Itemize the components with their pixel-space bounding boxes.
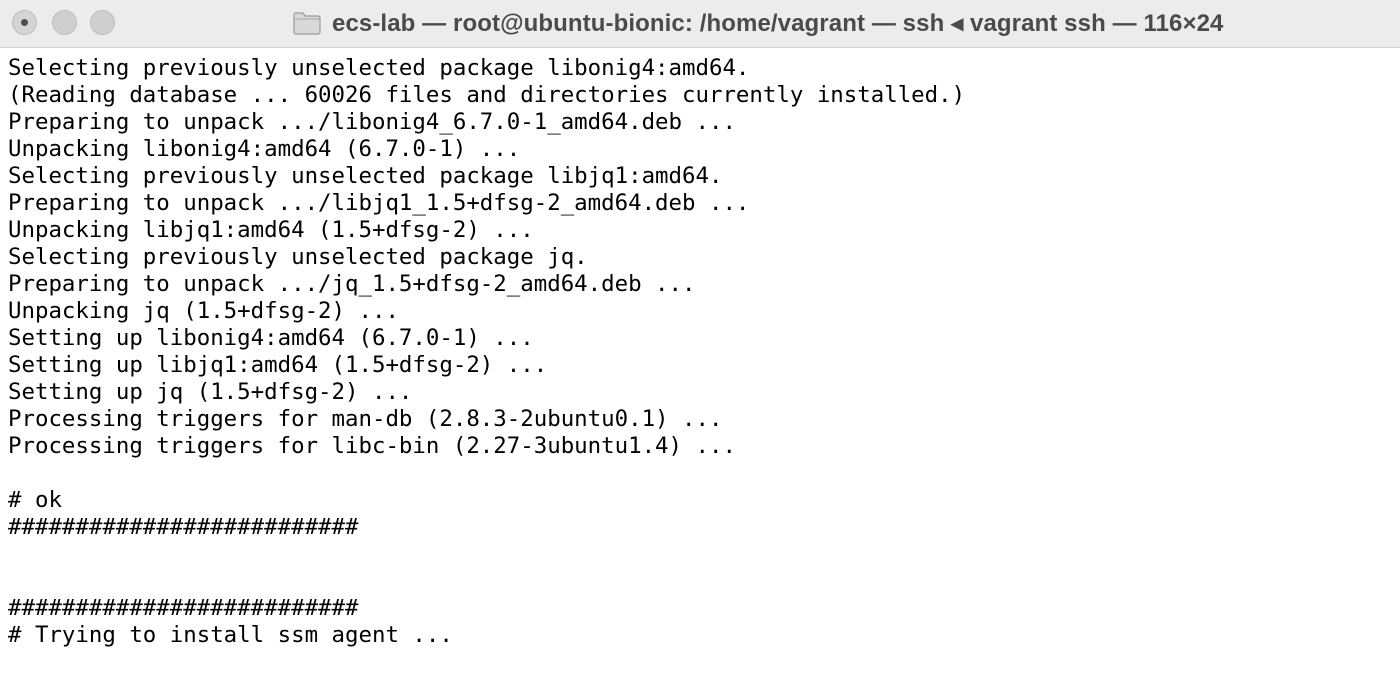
terminal-line: Selecting previously unselected package …	[8, 244, 588, 270]
terminal-line: Selecting previously unselected package …	[8, 55, 750, 81]
maximize-button[interactable]	[90, 10, 115, 35]
terminal-line: Preparing to unpack .../libjq1_1.5+dfsg-…	[8, 190, 750, 216]
terminal-line: Unpacking libonig4:amd64 (6.7.0-1) ...	[8, 136, 521, 162]
terminal-line: (Reading database ... 60026 files and di…	[8, 82, 966, 108]
prompt-line[interactable]	[8, 676, 1400, 697]
terminal-line: Setting up jq (1.5+dfsg-2) ...	[8, 379, 413, 405]
terminal-line: Unpacking libjq1:amd64 (1.5+dfsg-2) ...	[8, 217, 534, 243]
window-title-group: ecs-lab — root@ubuntu-bionic: /home/vagr…	[292, 6, 1224, 40]
terminal-line: # ok	[8, 487, 62, 513]
terminal-line: Setting up libjq1:amd64 (1.5+dfsg-2) ...	[8, 352, 548, 378]
terminal-line: Selecting previously unselected package …	[8, 163, 723, 189]
close-button[interactable]	[12, 10, 37, 35]
terminal-line: Preparing to unpack .../libonig4_6.7.0-1…	[8, 109, 736, 135]
terminal-output[interactable]: Selecting previously unselected package …	[0, 55, 1400, 697]
terminal-line: Processing triggers for libc-bin (2.27-3…	[8, 433, 736, 459]
terminal-window: ecs-lab — root@ubuntu-bionic: /home/vagr…	[0, 0, 1400, 697]
terminal-line: Unpacking jq (1.5+dfsg-2) ...	[8, 298, 399, 324]
terminal-line: ##########################	[8, 595, 359, 621]
terminal-line: Processing triggers for man-db (2.8.3-2u…	[8, 406, 723, 432]
title-bar[interactable]: ecs-lab — root@ubuntu-bionic: /home/vagr…	[0, 0, 1400, 48]
folder-icon	[292, 10, 322, 36]
window-title: ecs-lab — root@ubuntu-bionic: /home/vagr…	[332, 9, 1224, 37]
terminal-line: ##########################	[8, 514, 359, 540]
terminal-line: # Trying to install ssm agent ...	[8, 622, 453, 648]
terminal-line: Setting up libonig4:amd64 (6.7.0-1) ...	[8, 325, 534, 351]
terminal-line: Preparing to unpack .../jq_1.5+dfsg-2_am…	[8, 271, 696, 297]
minimize-button[interactable]	[52, 10, 77, 35]
